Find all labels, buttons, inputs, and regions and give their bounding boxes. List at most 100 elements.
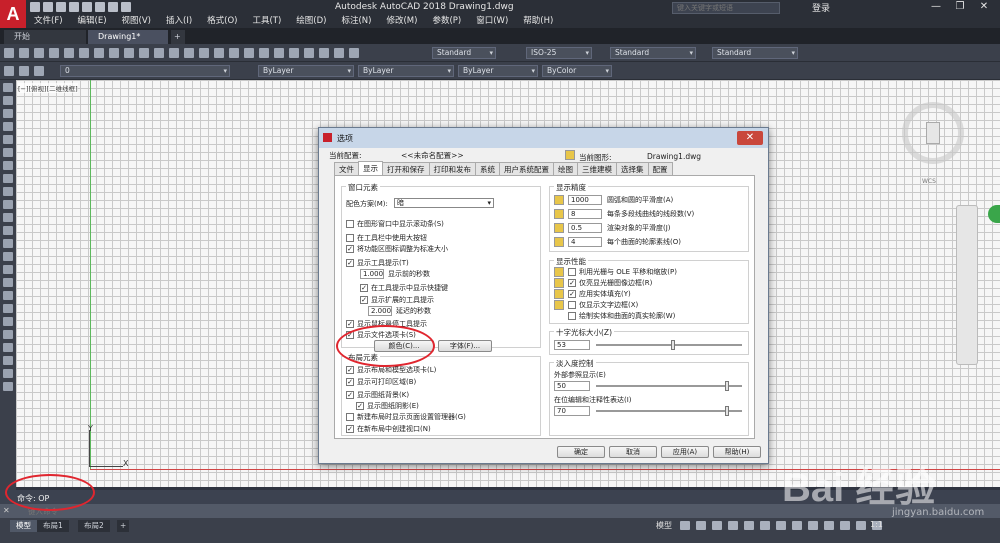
save-icon[interactable] — [34, 48, 44, 58]
insert-block-icon[interactable] — [3, 226, 13, 235]
model-space-toggle[interactable]: 模型 — [656, 520, 672, 531]
show-extended-checkbox[interactable]: ✓ — [360, 296, 368, 304]
object-snap-tracking-icon[interactable] — [760, 521, 770, 530]
cancel-button[interactable]: 取消 — [609, 446, 657, 458]
paper-background-checkbox[interactable]: ✓ — [346, 391, 354, 399]
polyline-segments-input[interactable]: 8 — [568, 209, 602, 219]
close-icon[interactable]: ✕ — [3, 506, 10, 515]
contour-lines-input[interactable]: 4 — [568, 237, 602, 247]
zoom-previous-icon[interactable] — [244, 48, 254, 58]
apply-button[interactable]: 应用(A) — [661, 446, 709, 458]
login-button[interactable]: 登录 — [812, 1, 830, 14]
table-icon[interactable] — [3, 304, 13, 313]
show-shortcut-checkbox[interactable]: ✓ — [360, 284, 368, 292]
grid-icon[interactable] — [680, 521, 690, 530]
offset-icon[interactable] — [3, 382, 13, 391]
menu-tools[interactable]: 工具(T) — [248, 15, 292, 27]
show-shortcut-option[interactable]: ✓ 在工具提示中显示快捷键 — [360, 283, 448, 293]
xref-fade-input[interactable]: 50 — [554, 381, 590, 391]
page-setup-manager-option[interactable]: 新建布局时显示页面设置管理器(G) — [346, 412, 466, 422]
new-tab-button[interactable]: + — [171, 30, 185, 44]
help-button[interactable]: 帮助(H) — [713, 446, 761, 458]
tab-selection[interactable]: 选择集 — [616, 162, 649, 175]
extended-delay-input[interactable]: 2.000 — [368, 306, 392, 316]
show-tooltips-option[interactable]: ✓ 显示工具提示(T) — [346, 258, 409, 268]
paste-icon[interactable] — [124, 48, 134, 58]
xref-fade-slider[interactable] — [596, 385, 742, 387]
silhouettes-checkbox[interactable] — [568, 312, 576, 320]
menu-parametric[interactable]: 参数(P) — [428, 15, 472, 27]
search-input[interactable] — [672, 2, 780, 14]
raster-ole-checkbox[interactable] — [568, 268, 576, 276]
preview-icon[interactable] — [64, 48, 74, 58]
zoom-window-icon[interactable] — [229, 48, 239, 58]
tab-profiles[interactable]: 配置 — [647, 162, 673, 175]
tab-files[interactable]: 文件 — [334, 162, 359, 175]
menu-modify[interactable]: 修改(M) — [382, 15, 428, 27]
ortho-icon[interactable] — [712, 521, 722, 530]
copy-icon[interactable] — [109, 48, 119, 58]
table-style-select[interactable]: Standard — [610, 47, 696, 59]
perf-option-solid-fill[interactable]: ✓ 应用实体填充(Y) — [554, 289, 631, 299]
close-icon[interactable]: ✕ — [972, 0, 996, 14]
tab-system[interactable]: 系统 — [475, 162, 500, 175]
xref-fade-slider-thumb[interactable] — [725, 381, 730, 391]
markup-icon[interactable] — [319, 48, 329, 58]
mtext-icon[interactable] — [3, 317, 13, 326]
tab-open-save[interactable]: 打开和保存 — [382, 162, 430, 175]
menu-view[interactable]: 视图(V) — [118, 15, 162, 27]
inplace-fade-slider[interactable] — [596, 410, 742, 412]
dialog-title-bar[interactable]: 选项 ✕ — [319, 128, 768, 148]
redo-icon[interactable] — [108, 2, 118, 12]
isodraft-icon[interactable] — [744, 521, 754, 530]
resize-ribbon-checkbox[interactable]: ✓ — [346, 245, 354, 253]
menu-format[interactable]: 格式(O) — [203, 15, 248, 27]
rollover-tooltips-checkbox[interactable]: ✓ — [346, 320, 354, 328]
tab-start[interactable]: 开始 — [4, 30, 86, 44]
snap-icon[interactable] — [696, 521, 706, 530]
crosshair-size-input[interactable]: 53 — [554, 340, 590, 350]
polygon-icon[interactable] — [3, 122, 13, 131]
undo-icon[interactable] — [169, 48, 179, 58]
solid-fill-checkbox[interactable]: ✓ — [568, 290, 576, 298]
viewcube[interactable] — [902, 102, 964, 164]
navigation-bar[interactable] — [956, 205, 978, 365]
cut-icon[interactable] — [94, 48, 104, 58]
save-as-icon[interactable] — [69, 2, 79, 12]
linetype-select[interactable]: ByLayer — [358, 65, 454, 77]
zoom-realtime-icon[interactable] — [214, 48, 224, 58]
hatch-icon[interactable] — [3, 265, 13, 274]
render-smoothness-input[interactable]: 0.5 — [568, 223, 602, 233]
lineweight-select[interactable]: ByLayer — [458, 65, 538, 77]
menu-help[interactable]: 帮助(H) — [519, 15, 564, 27]
menu-insert[interactable]: 插入(I) — [162, 15, 203, 27]
region-icon[interactable] — [3, 291, 13, 300]
line-icon[interactable] — [3, 83, 13, 92]
crosshair-size-slider[interactable] — [596, 344, 742, 346]
open-file-icon[interactable] — [43, 2, 53, 12]
show-tooltips-checkbox[interactable]: ✓ — [346, 259, 354, 267]
resize-ribbon-option[interactable]: ✓ 将功能区图标调整为标准大小 — [346, 244, 448, 254]
inplace-fade-slider-thumb[interactable] — [725, 406, 730, 416]
navigation-wheel-icon[interactable] — [988, 205, 1000, 223]
color-scheme-select[interactable]: 暗 — [394, 198, 494, 208]
paper-shadow-checkbox[interactable]: ✓ — [356, 402, 364, 410]
raster-frame-checkbox[interactable]: ✓ — [568, 279, 576, 287]
menu-dimension[interactable]: 标注(N) — [337, 15, 382, 27]
circle-icon[interactable] — [3, 161, 13, 170]
rectangle-icon[interactable] — [3, 135, 13, 144]
add-selected-icon[interactable] — [3, 330, 13, 339]
mirror-icon[interactable] — [3, 369, 13, 378]
paper-background-option[interactable]: ✓ 显示图纸背景(K) — [346, 390, 409, 400]
maximize-icon[interactable]: ❐ — [948, 0, 972, 14]
tab-model[interactable]: 模型 — [10, 520, 37, 532]
create-viewport-option[interactable]: ✓ 在新布局中创建视口(N) — [346, 424, 431, 434]
text-style-select[interactable]: Standard — [432, 47, 496, 59]
command-input[interactable] — [28, 506, 628, 516]
perf-option-raster-ole[interactable]: 利用光栅与 OLE 平移和缩放(P) — [554, 267, 677, 277]
print-icon[interactable] — [82, 2, 92, 12]
minimize-icon[interactable]: — — [924, 0, 948, 14]
wcs-menu[interactable]: WCS — [922, 178, 936, 185]
menu-window[interactable]: 窗口(W) — [472, 15, 519, 27]
tab-layout1[interactable]: 布局1 — [37, 520, 69, 532]
